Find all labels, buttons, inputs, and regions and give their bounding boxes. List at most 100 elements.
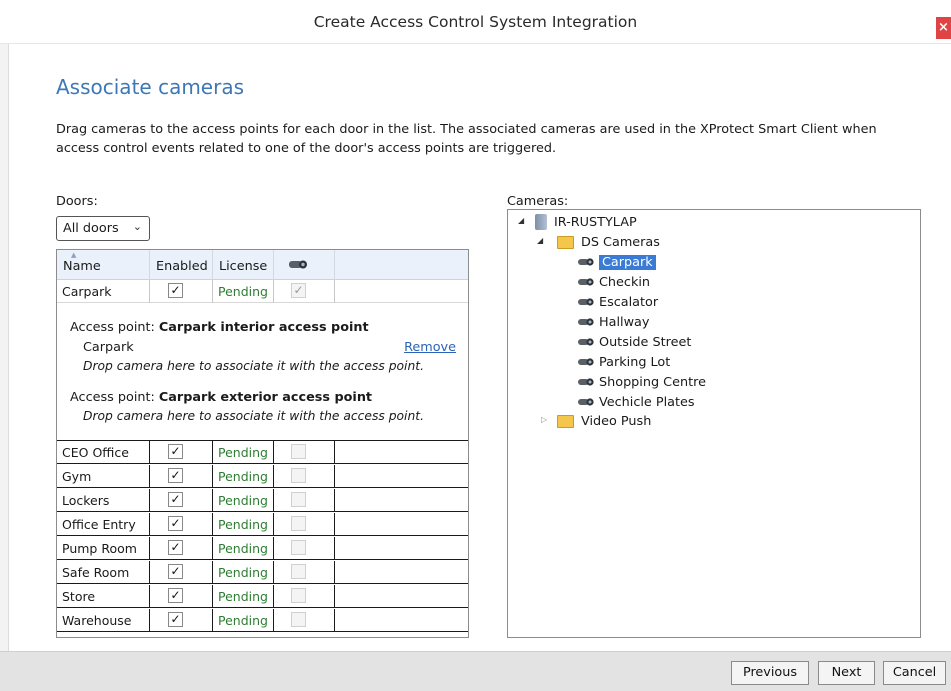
remove-camera-link[interactable]: Remove	[404, 340, 456, 355]
camera-checkbox	[291, 492, 306, 507]
doors-filter-value: All doors	[63, 221, 119, 236]
table-row[interactable]: Warehouse ✓ Pending	[57, 609, 468, 632]
camera-cell	[274, 609, 335, 632]
next-button[interactable]: Next	[818, 661, 875, 685]
table-row[interactable]: Safe Room ✓ Pending	[57, 561, 468, 584]
doors-table[interactable]: ▲ Name Enabled License Carpark ✓ Pending	[56, 249, 469, 638]
license-status: Pending	[213, 513, 274, 536]
camera-item[interactable]: Carpark	[578, 253, 778, 272]
cameras-tree[interactable]: ◢ IR-RUSTYLAP ◢ DS Cameras Carpark Check…	[507, 209, 921, 638]
license-status: Pending	[213, 441, 274, 464]
tree-expanded-icon[interactable]: ◢	[537, 236, 543, 245]
dialog-window: Create Access Control System Integration…	[0, 0, 951, 691]
footer-bar: Previous Next Cancel	[0, 651, 951, 691]
camera-item[interactable]: Hallway	[578, 313, 778, 332]
folder-icon	[557, 415, 574, 428]
column-header-enabled[interactable]: Enabled	[150, 250, 213, 280]
tree-node-folder[interactable]: ▷ Video Push	[541, 412, 841, 431]
enabled-checkbox[interactable]: ✓	[168, 540, 183, 555]
door-name: Warehouse	[57, 609, 150, 632]
table-row[interactable]: Store ✓ Pending	[57, 585, 468, 608]
enabled-checkbox[interactable]: ✓	[168, 492, 183, 507]
access-points-panel: Access point: Carpark interior access po…	[57, 304, 468, 441]
enabled-cell: ✓	[150, 280, 213, 303]
access-point-prefix: Access point:	[70, 320, 155, 335]
door-name: Safe Room	[57, 561, 150, 584]
enabled-cell: ✓	[150, 537, 213, 560]
camera-name: Outside Street	[599, 335, 692, 350]
camera-cell: ✓	[274, 280, 335, 303]
row-filler	[335, 465, 468, 488]
camera-checkbox: ✓	[291, 283, 306, 298]
enabled-cell: ✓	[150, 585, 213, 608]
column-license-label: License	[219, 259, 268, 274]
camera-cell	[274, 537, 335, 560]
folder-name: DS Cameras	[581, 235, 660, 250]
cancel-button[interactable]: Cancel	[883, 661, 946, 685]
access-point-name: Carpark interior access point	[158, 320, 369, 335]
drop-target-hint[interactable]: Drop camera here to associate it with th…	[83, 409, 424, 423]
camera-name: Shopping Centre	[599, 375, 706, 390]
tree-node-folder[interactable]: ◢ DS Cameras	[537, 233, 837, 252]
enabled-cell: ✓	[150, 465, 213, 488]
previous-button[interactable]: Previous	[731, 661, 809, 685]
table-row[interactable]: CEO Office ✓ Pending	[57, 441, 468, 464]
tree-node-server[interactable]: ◢ IR-RUSTYLAP	[518, 213, 818, 232]
enabled-checkbox[interactable]: ✓	[168, 516, 183, 531]
camera-item[interactable]: Outside Street	[578, 333, 778, 352]
camera-cell	[274, 465, 335, 488]
row-filler	[335, 537, 468, 560]
license-status: Pending	[213, 465, 274, 488]
enabled-checkbox[interactable]: ✓	[168, 564, 183, 579]
enabled-checkbox[interactable]: ✓	[168, 444, 183, 459]
license-status: Pending	[213, 537, 274, 560]
camera-name: Parking Lot	[599, 355, 671, 370]
page-description: Drag cameras to the access points for ea…	[56, 122, 877, 156]
camera-item[interactable]: Shopping Centre	[578, 373, 778, 392]
door-name: Office Entry	[57, 513, 150, 536]
camera-name: Checkin	[599, 275, 651, 290]
row-filler	[335, 585, 468, 608]
license-status: Pending	[213, 585, 274, 608]
table-row[interactable]: Lockers ✓ Pending	[57, 489, 468, 512]
row-filler	[335, 441, 468, 464]
folder-icon	[557, 236, 574, 249]
access-point-name: Carpark exterior access point	[158, 390, 373, 405]
close-button[interactable]: ×	[936, 17, 951, 39]
associated-camera: Carpark	[83, 340, 134, 355]
camera-item[interactable]: Escalator	[578, 293, 778, 312]
table-row[interactable]: Office Entry ✓ Pending	[57, 513, 468, 536]
row-filler	[335, 513, 468, 536]
tree-expanded-icon[interactable]: ◢	[518, 216, 524, 225]
enabled-checkbox[interactable]: ✓	[168, 468, 183, 483]
enabled-checkbox[interactable]: ✓	[168, 588, 183, 603]
table-row[interactable]: Gym ✓ Pending	[57, 465, 468, 488]
table-row-carpark[interactable]: Carpark ✓ Pending ✓	[57, 280, 468, 303]
enabled-cell: ✓	[150, 513, 213, 536]
license-status: Pending	[213, 561, 274, 584]
camera-cell	[274, 489, 335, 512]
left-edge	[0, 44, 9, 691]
door-name: Carpark	[57, 280, 150, 303]
enabled-checkbox[interactable]: ✓	[168, 612, 183, 627]
column-header-name[interactable]: ▲ Name	[57, 250, 150, 280]
license-status: Pending	[213, 489, 274, 512]
door-name: Store	[57, 585, 150, 608]
camera-item[interactable]: Checkin	[578, 273, 778, 292]
camera-checkbox	[291, 612, 306, 627]
doors-filter-dropdown[interactable]: All doors ⌄	[56, 216, 150, 241]
table-row[interactable]: Pump Room ✓ Pending	[57, 537, 468, 560]
column-header-camera[interactable]	[274, 250, 335, 280]
enabled-checkbox[interactable]: ✓	[168, 283, 183, 298]
camera-icon	[578, 398, 594, 406]
tree-collapsed-icon[interactable]: ▷	[541, 415, 547, 424]
camera-item[interactable]: Vechicle Plates	[578, 393, 778, 412]
drop-target-hint[interactable]: Drop camera here to associate it with th…	[83, 359, 424, 373]
doors-label: Doors:	[56, 194, 98, 209]
column-header-license[interactable]: License	[213, 250, 274, 280]
camera-item[interactable]: Parking Lot	[578, 353, 778, 372]
sort-ascending-icon: ▲	[71, 251, 77, 259]
camera-checkbox	[291, 540, 306, 555]
door-name: Lockers	[57, 489, 150, 512]
title-bar: Create Access Control System Integration…	[0, 0, 951, 44]
